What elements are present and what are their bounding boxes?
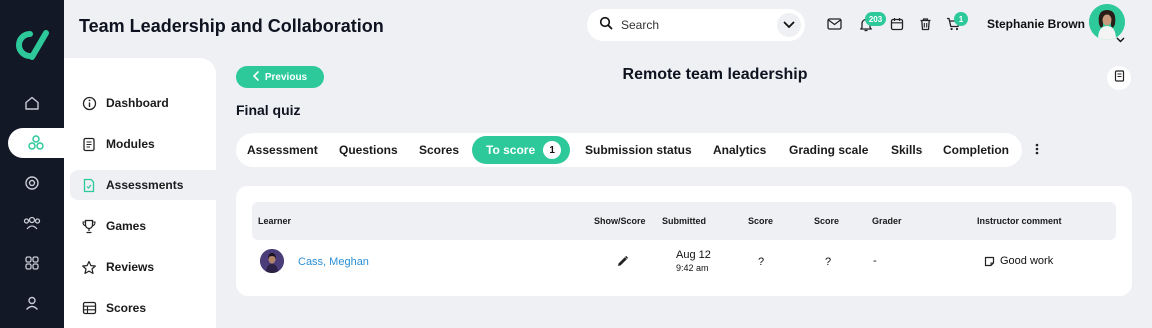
star-icon [80,258,98,276]
target-icon[interactable] [14,168,50,198]
info-circle-icon [80,94,98,112]
mail-icon[interactable] [826,16,842,32]
account-chevron-icon[interactable] [1116,30,1125,48]
score-value: ? [758,256,765,268]
edit-score-icon[interactable] [616,255,629,271]
header-score: Score [814,216,840,226]
trash-icon[interactable] [917,16,933,32]
users-icon[interactable] [14,208,50,238]
previous-button-label: Previous [264,71,308,83]
section-title: Final quiz [236,102,301,118]
app-logo[interactable] [10,28,54,62]
header-score: Score [748,216,774,226]
previous-button[interactable]: Previous [236,66,324,88]
tab-grading-scale[interactable]: Grading scale [789,143,868,157]
search-input[interactable]: Search [621,18,659,32]
sidebar-item-reviews[interactable]: Reviews [70,252,216,282]
document-icon [80,135,98,153]
header-grader: Grader [872,216,902,226]
header-submitted: Submitted [662,216,706,226]
notebook-icon [1114,69,1125,87]
header-learner: Learner [258,216,292,226]
home-icon[interactable] [14,88,50,118]
search-icon [599,16,613,35]
trophy-icon [80,217,98,235]
submitted-date: Aug 12 [676,249,711,261]
sidebar-item-scores[interactable]: Scores [70,293,216,323]
tab-completion[interactable]: Completion [943,143,1009,157]
sidebar-item-label: Reviews [106,260,155,274]
tab-to-score[interactable]: To score 1 [472,136,570,164]
courses-icon[interactable] [8,128,64,158]
sidebar-item-label: Scores [106,301,147,315]
table-header: Learner Show/Score Submitted Score Score… [252,202,1116,240]
sidebar-item-games[interactable]: Games [70,211,216,241]
sidebar-item-dashboard[interactable]: Dashboard [70,88,216,118]
header-show-score: Show/Score [594,216,646,226]
course-sidebar: Dashboard Modules Assessments Games Revi… [64,58,216,328]
score-value: ? [825,256,832,268]
instructor-comment: Good work [1000,255,1054,267]
user-name[interactable]: Stephanie Brown [987,17,1085,31]
tab-scores[interactable]: Scores [419,143,459,157]
sidebar-item-label: Games [106,219,147,233]
to-score-table-card: Learner Show/Score Submitted Score Score… [236,186,1132,296]
chevron-left-icon [252,70,259,84]
tab-to-score-label: To score [486,143,536,157]
profile-icon[interactable] [14,288,50,318]
icon-rail [0,0,64,328]
table-icon [80,299,98,317]
to-score-count-badge: 1 [543,141,562,159]
notifications-badge: 203 [865,12,886,26]
notes-button[interactable] [1107,66,1131,90]
sidebar-item-modules[interactable]: Modules [70,129,216,159]
sidebar-item-label: Assessments [106,178,184,192]
grid-icon[interactable] [14,248,50,278]
chevron-down-icon[interactable] [777,13,801,37]
tab-assessment[interactable]: Assessment [247,143,318,157]
grader-value: - [873,255,877,267]
sidebar-item-label: Dashboard [106,96,169,110]
tab-questions[interactable]: Questions [339,143,398,157]
header-instructor-comment: Instructor comment [977,216,1062,226]
cart-badge: 1 [954,12,968,26]
tab-analytics[interactable]: Analytics [713,143,766,157]
tab-submission-status[interactable]: Submission status [585,143,692,157]
page-title: Remote team leadership [622,66,808,83]
sidebar-item-assessments[interactable]: Assessments [70,170,216,200]
assessment-file-icon [80,176,98,194]
learner-name-link[interactable]: Cass, Meghan [298,256,369,268]
learner-avatar [260,249,284,273]
sidebar-item-label: Modules [106,137,155,151]
more-options-icon[interactable] [1028,140,1046,158]
tab-skills[interactable]: Skills [891,143,922,157]
search-box[interactable]: Search [587,9,805,41]
comment-icon [984,256,995,270]
submitted-time: 9:42 am [676,263,709,273]
tab-bar: Assessment Questions Scores To score 1 S… [236,133,1022,167]
calendar-icon[interactable] [889,16,905,32]
app-title: Team Leadership and Collaboration [79,16,384,36]
